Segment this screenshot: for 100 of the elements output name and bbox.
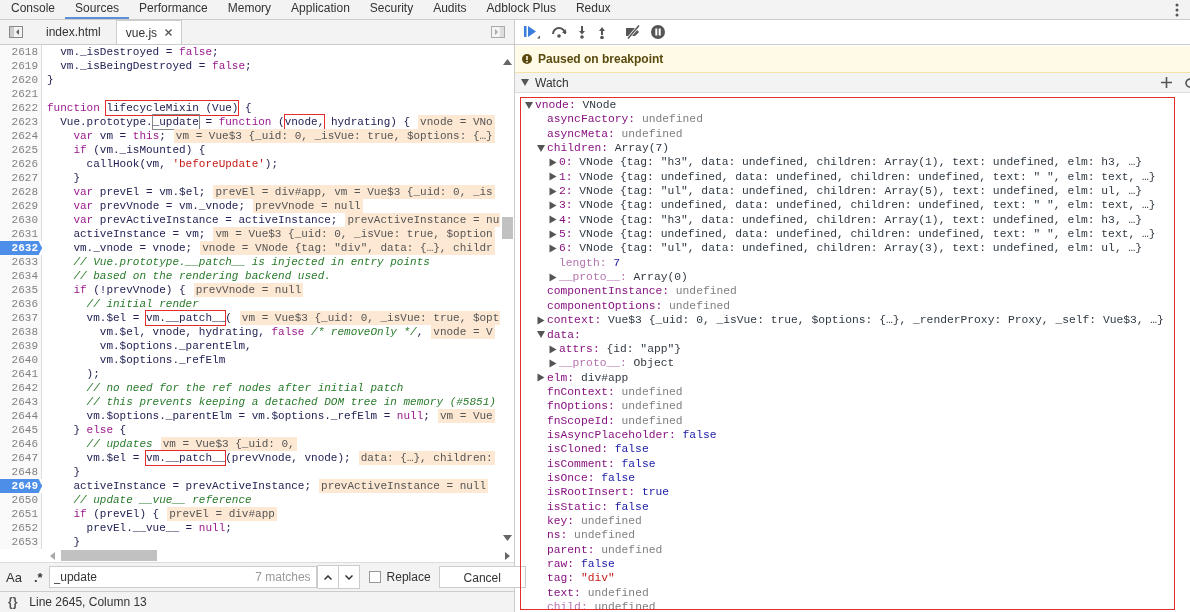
line-number[interactable]: 2634 — [0, 269, 42, 283]
panel-tab[interactable]: Adblock Plus — [476, 0, 566, 19]
property-value: div#app — [580, 370, 629, 385]
property-name: 0: — [559, 155, 573, 170]
code-text: ( — [277, 115, 285, 129]
line-number[interactable]: 2631 — [0, 227, 42, 241]
cancel-button[interactable]: Cancel — [438, 566, 526, 588]
property-name: 3: — [559, 198, 573, 213]
property-name: context: — [547, 313, 602, 328]
line-number[interactable]: 2648 — [0, 465, 42, 479]
line-number[interactable]: 2653 — [0, 535, 42, 549]
watch-section-header[interactable]: Watch — [519, 75, 569, 90]
line-number[interactable]: 2643 — [0, 395, 42, 409]
code-line: } else { — [72, 423, 127, 437]
line-number[interactable]: 2625 — [0, 143, 42, 157]
property-name: fnOptions: — [547, 399, 615, 414]
property-value: undefined — [621, 399, 683, 414]
line-number[interactable]: 2639 — [0, 339, 42, 353]
code-line: vm.$options._refElm — [98, 353, 226, 367]
line-number[interactable]: 2624 — [0, 129, 42, 143]
line-number[interactable]: 2630 — [0, 213, 42, 227]
code-line: vm._vnode = vnode; — [72, 241, 193, 255]
property-name: 4: — [559, 212, 573, 228]
code-text: vm.$el = — [85, 451, 141, 465]
inline-value: prevVnode = null — [253, 199, 363, 213]
line-number[interactable]: 2632 — [0, 241, 42, 255]
line-number[interactable]: 2650 — [0, 493, 42, 507]
line-number[interactable]: 2647 — [0, 451, 42, 465]
property-value: undefined — [601, 542, 663, 557]
line-number[interactable]: 2619 — [0, 59, 42, 73]
panel-tab[interactable]: Redux — [565, 0, 621, 19]
code-line: ); — [85, 367, 100, 381]
file-tab-label: vue.js — [125, 25, 158, 40]
line-number[interactable]: 2640 — [0, 353, 42, 367]
panel-tab[interactable]: Console — [1, 0, 66, 19]
file-tab[interactable]: vue.js — [115, 20, 183, 44]
line-number[interactable]: 2621 — [0, 87, 42, 101]
code-line: activeInstance = vm; — [72, 227, 206, 241]
match-case-button[interactable]: Aa — [6, 569, 22, 585]
property-name: 2: — [559, 184, 573, 199]
property-value: Array(0) — [633, 270, 688, 285]
paused-message: Paused on breakpoint — [538, 52, 664, 66]
line-number[interactable]: 2646 — [0, 437, 42, 451]
panel-tab[interactable]: Audits — [423, 0, 477, 19]
property-name: isAsyncPlaceholder: — [547, 427, 676, 443]
property-value: false — [682, 427, 717, 443]
property-name: fnScopeId: — [547, 413, 615, 428]
file-tab-label: index.html — [46, 25, 101, 39]
property-value: Array(7) — [614, 141, 669, 156]
file-tab[interactable]: index.html — [37, 20, 110, 44]
panel-tab[interactable]: Application — [281, 0, 360, 19]
inline-value: prevActiveInstance = nu — [345, 213, 500, 227]
line-number[interactable]: 2638 — [0, 325, 42, 339]
line-number[interactable]: 2641 — [0, 367, 42, 381]
line-number[interactable]: 2628 — [0, 185, 42, 199]
property-name: __proto__: — [559, 356, 627, 371]
line-number[interactable]: 2645 — [0, 423, 42, 437]
line-number[interactable]: 2627 — [0, 171, 42, 185]
line-number[interactable]: 2652 — [0, 521, 42, 535]
inline-value: prevActiveInstance = null — [319, 479, 489, 493]
line-number[interactable]: 2649 — [0, 479, 42, 493]
property-value: undefined — [641, 112, 703, 127]
line-number[interactable]: 2620 — [0, 73, 42, 87]
inline-value: vnode = VNode {tag: "div", data: {…}, childr — [200, 241, 495, 255]
property-value: undefined — [621, 413, 683, 428]
panel-tab[interactable]: Security — [359, 0, 424, 19]
inline-value: prevVnode = null — [193, 283, 304, 297]
code-text: { — [244, 101, 252, 115]
line-number[interactable]: 2644 — [0, 409, 42, 423]
inline-value: vm = Vue$3 {_uid: 0, _isVue: true, $opt — [239, 311, 500, 325]
line-number[interactable]: 2636 — [0, 297, 42, 311]
property-value: false — [614, 442, 649, 457]
line-number[interactable]: 2623 — [0, 115, 42, 129]
panel-tab[interactable]: Memory — [217, 0, 282, 19]
property-name: length: — [559, 255, 607, 271]
line-number[interactable]: 2637 — [0, 311, 42, 325]
property-value: "div" — [580, 571, 615, 586]
property-name: isCloned: — [547, 442, 608, 457]
line-number[interactable]: 2629 — [0, 199, 42, 213]
line-number[interactable]: 2642 — [0, 381, 42, 395]
pretty-print-button[interactable]: {} — [8, 595, 18, 609]
code-line: } — [46, 73, 54, 87]
line-number[interactable]: 2635 — [0, 283, 42, 297]
line-number[interactable]: 2651 — [0, 507, 42, 521]
property-name: vnode: — [535, 98, 576, 113]
code-line: var prevActiveInstance = activeInstance; — [72, 213, 338, 227]
line-number[interactable]: 2626 — [0, 157, 42, 171]
property-name: attrs: — [559, 341, 600, 357]
property-name: isOnce: — [547, 470, 595, 486]
code-line: if (vm._isMounted) { — [72, 143, 206, 157]
replace-label[interactable]: Replace — [386, 570, 431, 584]
line-number[interactable]: 2622 — [0, 101, 42, 115]
line-number[interactable]: 2633 — [0, 255, 42, 269]
property-name: fnContext: — [547, 384, 615, 400]
property-value: VNode — [582, 98, 617, 113]
line-number[interactable]: 2618 — [0, 45, 42, 59]
regex-button[interactable]: .* — [33, 569, 43, 585]
panel-tab[interactable]: Performance — [129, 0, 218, 19]
property-name: parent: — [547, 542, 595, 557]
property-value: undefined — [587, 585, 649, 601]
